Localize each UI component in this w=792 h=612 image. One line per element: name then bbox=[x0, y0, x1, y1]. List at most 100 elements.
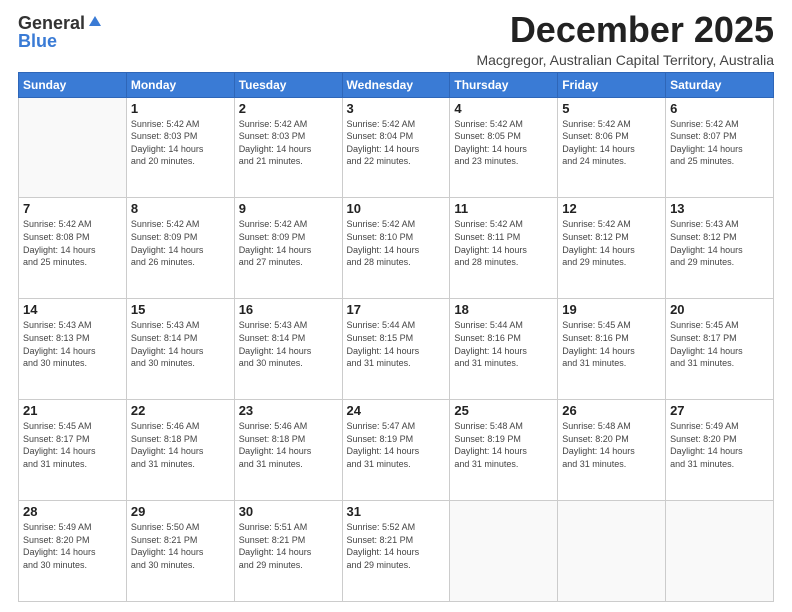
table-row: 6 Sunrise: 5:42 AMSunset: 8:07 PMDaylight… bbox=[666, 97, 774, 198]
col-monday: Monday bbox=[126, 72, 234, 97]
day-info: Sunrise: 5:45 AMSunset: 8:16 PMDaylight:… bbox=[562, 319, 661, 369]
table-row: 9 Sunrise: 5:42 AMSunset: 8:09 PMDaylight… bbox=[234, 198, 342, 299]
table-row: 1 Sunrise: 5:42 AMSunset: 8:03 PMDaylight… bbox=[126, 97, 234, 198]
day-number: 2 bbox=[239, 101, 338, 116]
table-row: 31 Sunrise: 5:52 AMSunset: 8:21 PMDayligh… bbox=[342, 501, 450, 602]
day-number: 23 bbox=[239, 403, 338, 418]
col-thursday: Thursday bbox=[450, 72, 558, 97]
logo-general-text: General bbox=[18, 14, 85, 32]
table-row: 15Sunrise: 5:43 AMSunset: 8:14 PMDayligh… bbox=[126, 299, 234, 400]
day-info: Sunrise: 5:46 AMSunset: 8:18 PMDaylight:… bbox=[239, 420, 338, 470]
day-number: 12 bbox=[562, 201, 661, 216]
col-wednesday: Wednesday bbox=[342, 72, 450, 97]
table-row bbox=[558, 501, 666, 602]
table-row: 29 Sunrise: 5:50 AMSunset: 8:21 PMDayligh… bbox=[126, 501, 234, 602]
table-row: 28Sunrise: 5:49 AMSunset: 8:20 PMDayligh… bbox=[19, 501, 127, 602]
day-number: 27 bbox=[670, 403, 769, 418]
table-row: 7Sunrise: 5:42 AMSunset: 8:08 PMDaylight… bbox=[19, 198, 127, 299]
table-row: 26 Sunrise: 5:48 AMSunset: 8:20 PMDayligh… bbox=[558, 400, 666, 501]
day-number: 13 bbox=[670, 201, 769, 216]
day-info: Sunrise: 5:42 AMSunset: 8:03 PMDaylight:… bbox=[239, 118, 338, 168]
day-info: Sunrise: 5:48 AMSunset: 8:20 PMDaylight:… bbox=[562, 420, 661, 470]
day-number: 26 bbox=[562, 403, 661, 418]
day-info: Sunrise: 5:45 AMSunset: 8:17 PMDaylight:… bbox=[23, 420, 122, 470]
day-number: 15 bbox=[131, 302, 230, 317]
table-row: 11Sunrise: 5:42 AMSunset: 8:11 PMDayligh… bbox=[450, 198, 558, 299]
day-number: 16 bbox=[239, 302, 338, 317]
logo-blue-text: Blue bbox=[18, 32, 57, 50]
calendar-table: Sunday Monday Tuesday Wednesday Thursday… bbox=[18, 72, 774, 602]
day-number: 24 bbox=[347, 403, 446, 418]
day-number: 25 bbox=[454, 403, 553, 418]
day-number: 1 bbox=[131, 101, 230, 116]
header: General Blue December 2025 Macgregor, Au… bbox=[18, 10, 774, 68]
day-info: Sunrise: 5:43 AMSunset: 8:13 PMDaylight:… bbox=[23, 319, 122, 369]
calendar-week-row: 7Sunrise: 5:42 AMSunset: 8:08 PMDaylight… bbox=[19, 198, 774, 299]
page: General Blue December 2025 Macgregor, Au… bbox=[0, 0, 792, 612]
day-number: 31 bbox=[347, 504, 446, 519]
day-info: Sunrise: 5:42 AMSunset: 8:10 PMDaylight:… bbox=[347, 218, 446, 268]
table-row: 10Sunrise: 5:42 AMSunset: 8:10 PMDayligh… bbox=[342, 198, 450, 299]
title-block: December 2025 Macgregor, Australian Capi… bbox=[476, 10, 774, 68]
day-info: Sunrise: 5:42 AMSunset: 8:03 PMDaylight:… bbox=[131, 118, 230, 168]
day-number: 9 bbox=[239, 201, 338, 216]
table-row: 19 Sunrise: 5:45 AMSunset: 8:16 PMDayligh… bbox=[558, 299, 666, 400]
col-friday: Friday bbox=[558, 72, 666, 97]
table-row: 21 Sunrise: 5:45 AMSunset: 8:17 PMDayligh… bbox=[19, 400, 127, 501]
day-info: Sunrise: 5:51 AMSunset: 8:21 PMDaylight:… bbox=[239, 521, 338, 571]
table-row: 14 Sunrise: 5:43 AMSunset: 8:13 PMDayligh… bbox=[19, 299, 127, 400]
day-number: 8 bbox=[131, 201, 230, 216]
day-info: Sunrise: 5:42 AMSunset: 8:05 PMDaylight:… bbox=[454, 118, 553, 168]
day-info: Sunrise: 5:52 AMSunset: 8:21 PMDaylight:… bbox=[347, 521, 446, 571]
table-row: 24 Sunrise: 5:47 AMSunset: 8:19 PMDayligh… bbox=[342, 400, 450, 501]
table-row: 30 Sunrise: 5:51 AMSunset: 8:21 PMDayligh… bbox=[234, 501, 342, 602]
day-info: Sunrise: 5:48 AMSunset: 8:19 PMDaylight:… bbox=[454, 420, 553, 470]
day-number: 22 bbox=[131, 403, 230, 418]
calendar-week-row: 1 Sunrise: 5:42 AMSunset: 8:03 PMDaylight… bbox=[19, 97, 774, 198]
day-info: Sunrise: 5:50 AMSunset: 8:21 PMDaylight:… bbox=[131, 521, 230, 571]
day-number: 21 bbox=[23, 403, 122, 418]
table-row: 13 Sunrise: 5:43 AMSunset: 8:12 PMDayligh… bbox=[666, 198, 774, 299]
day-number: 30 bbox=[239, 504, 338, 519]
day-info: Sunrise: 5:42 AMSunset: 8:07 PMDaylight:… bbox=[670, 118, 769, 168]
day-info: Sunrise: 5:42 AMSunset: 8:04 PMDaylight:… bbox=[347, 118, 446, 168]
table-row: 23 Sunrise: 5:46 AMSunset: 8:18 PMDayligh… bbox=[234, 400, 342, 501]
day-number: 3 bbox=[347, 101, 446, 116]
day-number: 29 bbox=[131, 504, 230, 519]
day-number: 7 bbox=[23, 201, 122, 216]
day-info: Sunrise: 5:42 AMSunset: 8:09 PMDaylight:… bbox=[239, 218, 338, 268]
day-info: Sunrise: 5:42 AMSunset: 8:06 PMDaylight:… bbox=[562, 118, 661, 168]
day-number: 20 bbox=[670, 302, 769, 317]
day-info: Sunrise: 5:46 AMSunset: 8:18 PMDaylight:… bbox=[131, 420, 230, 470]
day-number: 14 bbox=[23, 302, 122, 317]
col-sunday: Sunday bbox=[19, 72, 127, 97]
table-row bbox=[666, 501, 774, 602]
day-info: Sunrise: 5:45 AMSunset: 8:17 PMDaylight:… bbox=[670, 319, 769, 369]
day-number: 6 bbox=[670, 101, 769, 116]
calendar-header-row: Sunday Monday Tuesday Wednesday Thursday… bbox=[19, 72, 774, 97]
table-row: 5Sunrise: 5:42 AMSunset: 8:06 PMDaylight… bbox=[558, 97, 666, 198]
calendar-week-row: 28Sunrise: 5:49 AMSunset: 8:20 PMDayligh… bbox=[19, 501, 774, 602]
table-row: 2 Sunrise: 5:42 AMSunset: 8:03 PMDaylight… bbox=[234, 97, 342, 198]
day-number: 17 bbox=[347, 302, 446, 317]
day-info: Sunrise: 5:42 AMSunset: 8:11 PMDaylight:… bbox=[454, 218, 553, 268]
logo-icon bbox=[87, 14, 103, 30]
day-number: 19 bbox=[562, 302, 661, 317]
table-row: 8Sunrise: 5:42 AMSunset: 8:09 PMDaylight… bbox=[126, 198, 234, 299]
day-info: Sunrise: 5:49 AMSunset: 8:20 PMDaylight:… bbox=[23, 521, 122, 571]
table-row: 3 Sunrise: 5:42 AMSunset: 8:04 PMDaylight… bbox=[342, 97, 450, 198]
col-tuesday: Tuesday bbox=[234, 72, 342, 97]
month-title: December 2025 bbox=[476, 10, 774, 50]
table-row: 20 Sunrise: 5:45 AMSunset: 8:17 PMDayligh… bbox=[666, 299, 774, 400]
table-row: 4Sunrise: 5:42 AMSunset: 8:05 PMDaylight… bbox=[450, 97, 558, 198]
table-row: 18Sunrise: 5:44 AMSunset: 8:16 PMDayligh… bbox=[450, 299, 558, 400]
table-row: 17Sunrise: 5:44 AMSunset: 8:15 PMDayligh… bbox=[342, 299, 450, 400]
table-row bbox=[19, 97, 127, 198]
day-info: Sunrise: 5:43 AMSunset: 8:12 PMDaylight:… bbox=[670, 218, 769, 268]
day-info: Sunrise: 5:42 AMSunset: 8:12 PMDaylight:… bbox=[562, 218, 661, 268]
day-info: Sunrise: 5:47 AMSunset: 8:19 PMDaylight:… bbox=[347, 420, 446, 470]
calendar-week-row: 21 Sunrise: 5:45 AMSunset: 8:17 PMDayligh… bbox=[19, 400, 774, 501]
calendar-week-row: 14 Sunrise: 5:43 AMSunset: 8:13 PMDayligh… bbox=[19, 299, 774, 400]
subtitle: Macgregor, Australian Capital Territory,… bbox=[476, 52, 774, 68]
table-row: 22 Sunrise: 5:46 AMSunset: 8:18 PMDayligh… bbox=[126, 400, 234, 501]
